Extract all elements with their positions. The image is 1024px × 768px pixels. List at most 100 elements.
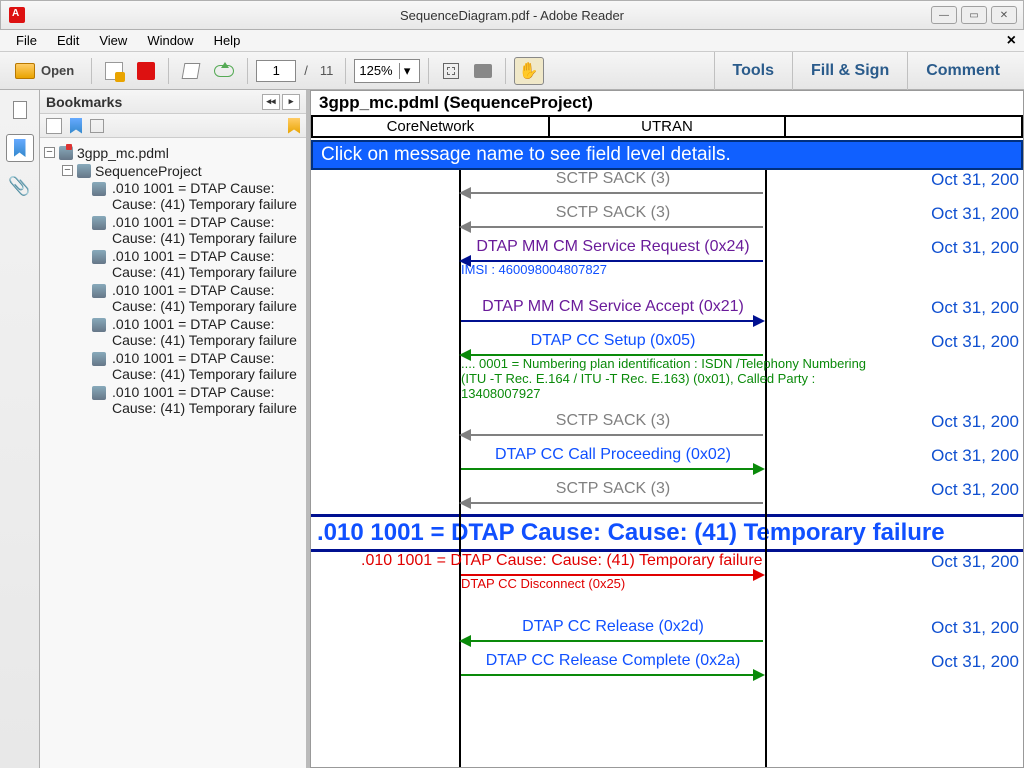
bookmark-root[interactable]: − 3gpp_mc.pdml xyxy=(44,144,302,162)
instruction-banner: Click on message name to see field level… xyxy=(311,140,1023,170)
document-area[interactable]: 3gpp_mc.pdml (SequenceProject) CoreNetwo… xyxy=(310,90,1024,768)
edit-pdf-button[interactable] xyxy=(177,57,205,85)
menu-help[interactable]: Help xyxy=(204,31,251,50)
tools-panel-link[interactable]: Tools xyxy=(714,52,792,90)
message-arrow xyxy=(461,226,763,228)
bookmark-project[interactable]: − SequenceProject xyxy=(62,162,302,180)
bookmark-root-label: 3gpp_mc.pdml xyxy=(77,144,302,162)
message-label[interactable]: DTAP CC Release (0x2d) xyxy=(461,618,765,636)
cloud-upload-icon xyxy=(214,65,234,77)
find-bookmark-icon[interactable] xyxy=(288,118,300,134)
message-arrow xyxy=(461,502,763,504)
message-label[interactable]: DTAP MM CM Service Accept (0x21) xyxy=(461,298,765,316)
delete-bookmark-icon[interactable] xyxy=(90,119,104,133)
bookmark-leaf[interactable]: .010 1001 = DTAP Cause: Cause: (41) Temp… xyxy=(92,180,302,212)
menu-file[interactable]: File xyxy=(6,31,47,50)
create-pdf-icon xyxy=(105,62,123,80)
cloud-button[interactable] xyxy=(209,57,239,85)
message-label[interactable]: SCTP SACK (3) xyxy=(461,480,765,498)
message-arrow xyxy=(461,674,763,676)
message-arrow xyxy=(461,468,763,470)
message-label[interactable]: .010 1001 = DTAP Cause: Cause: (41) Temp… xyxy=(361,552,921,570)
message-row: SCTP SACK (3)Oct 31, 200 xyxy=(311,204,1023,238)
bookmarks-next-button[interactable]: ▸ xyxy=(282,94,300,110)
message-timestamp: Oct 31, 200 xyxy=(931,618,1019,638)
zoom-select[interactable]: 125% ▾ xyxy=(354,59,419,83)
message-row: SCTP SACK (3)Oct 31, 200 xyxy=(311,170,1023,204)
fill-sign-panel-link[interactable]: Fill & Sign xyxy=(792,52,907,90)
bookmarks-panel: Bookmarks ◂◂ ▸ − 3gpp_mc.pdml − xyxy=(40,90,310,768)
bookmark-leaf-label: .010 1001 = DTAP Cause: Cause: (41) Temp… xyxy=(112,316,302,348)
navigation-rail: 📎 xyxy=(0,90,40,768)
bookmark-project-label: SequenceProject xyxy=(95,162,302,180)
message-label[interactable]: DTAP CC Release Complete (0x2a) xyxy=(461,652,765,670)
convert-pdf-button[interactable] xyxy=(132,57,160,85)
message-label[interactable]: SCTP SACK (3) xyxy=(461,170,765,188)
message-row: DTAP CC Setup (0x05)Oct 31, 200.... 0001… xyxy=(311,332,1023,412)
bookmarks-prev-button[interactable]: ◂◂ xyxy=(262,94,280,110)
page-thumbnails-icon xyxy=(13,101,27,119)
bookmark-leaf[interactable]: .010 1001 = DTAP Cause: Cause: (41) Temp… xyxy=(92,384,302,416)
message-label[interactable]: SCTP SACK (3) xyxy=(461,204,765,222)
message-timestamp: Oct 31, 200 xyxy=(931,412,1019,432)
message-label[interactable]: SCTP SACK (3) xyxy=(461,412,765,430)
collapse-icon[interactable]: − xyxy=(44,147,55,158)
document-page: 3gpp_mc.pdml (SequenceProject) CoreNetwo… xyxy=(310,90,1024,768)
message-detail: DTAP CC Disconnect (0x25) xyxy=(461,576,781,591)
open-button[interactable]: Open xyxy=(6,57,83,85)
toolbar: Open / 11 125% ▾ ✋ Tools Fill & Sign Com… xyxy=(0,52,1024,90)
bookmark-node-icon xyxy=(92,386,106,400)
sequence-body: SCTP SACK (3)Oct 31, 200SCTP SACK (3)Oct… xyxy=(311,170,1023,768)
bookmarks-rail-button[interactable] xyxy=(6,134,34,162)
menu-view[interactable]: View xyxy=(89,31,137,50)
read-mode-button[interactable] xyxy=(469,57,497,85)
hand-tool-button[interactable]: ✋ xyxy=(514,57,544,85)
window-minimize-button[interactable]: — xyxy=(931,6,957,24)
new-bookmark-icon[interactable] xyxy=(70,118,82,134)
bookmark-node-icon xyxy=(77,164,91,178)
message-label[interactable]: DTAP CC Call Proceeding (0x02) xyxy=(461,446,765,464)
bookmark-leaf[interactable]: .010 1001 = DTAP Cause: Cause: (41) Temp… xyxy=(92,350,302,382)
bookmark-leaf-label: .010 1001 = DTAP Cause: Cause: (41) Temp… xyxy=(112,214,302,246)
comment-panel-link[interactable]: Comment xyxy=(907,52,1018,90)
bookmark-leaf[interactable]: .010 1001 = DTAP Cause: Cause: (41) Temp… xyxy=(92,214,302,246)
message-arrow xyxy=(461,434,763,436)
window-maximize-button[interactable]: ▭ xyxy=(961,6,987,24)
menu-window[interactable]: Window xyxy=(137,31,203,50)
create-pdf-button[interactable] xyxy=(100,57,128,85)
message-label[interactable]: DTAP MM CM Service Request (0x24) xyxy=(461,238,765,256)
thumbnails-rail-button[interactable] xyxy=(6,96,34,124)
chevron-down-icon: ▾ xyxy=(399,63,415,79)
message-timestamp: Oct 31, 200 xyxy=(931,238,1019,258)
lifeline-header-3 xyxy=(786,117,1023,136)
fit-page-button[interactable] xyxy=(437,57,465,85)
page-separator: / xyxy=(304,63,308,78)
message-row: DTAP CC Release (0x2d) Oct 31, 200 xyxy=(311,618,1023,652)
message-row: .010 1001 = DTAP Cause: Cause: (41) Temp… xyxy=(311,552,1023,598)
message-timestamp: Oct 31, 200 xyxy=(931,480,1019,500)
lifeline-header-1: CoreNetwork xyxy=(311,117,550,136)
bookmark-leaf-label: .010 1001 = DTAP Cause: Cause: (41) Temp… xyxy=(112,180,302,212)
message-row: DTAP MM CM Service Request (0x24) Oct 31,… xyxy=(311,238,1023,298)
menu-edit[interactable]: Edit xyxy=(47,31,89,50)
bookmark-leaf[interactable]: .010 1001 = DTAP Cause: Cause: (41) Temp… xyxy=(92,316,302,348)
page-total: 11 xyxy=(320,63,334,78)
page-number-input[interactable] xyxy=(256,60,296,82)
bookmark-node-icon xyxy=(92,352,106,366)
message-timestamp: Oct 31, 200 xyxy=(931,552,1019,572)
window-close-button[interactable]: ✕ xyxy=(991,6,1017,24)
message-label[interactable]: DTAP CC Setup (0x05) xyxy=(461,332,765,350)
bookmark-leaf[interactable]: .010 1001 = DTAP Cause: Cause: (41) Temp… xyxy=(92,282,302,314)
app-icon xyxy=(9,7,25,23)
document-close-button[interactable]: × xyxy=(1007,32,1016,50)
bookmark-leaf-label: .010 1001 = DTAP Cause: Cause: (41) Temp… xyxy=(112,282,302,314)
bookmark-leaf[interactable]: .010 1001 = DTAP Cause: Cause: (41) Temp… xyxy=(92,248,302,280)
bookmarks-tree: − 3gpp_mc.pdml − SequenceProject .010 10… xyxy=(40,138,306,768)
bookmark-node-icon xyxy=(92,216,106,230)
message-arrow xyxy=(461,320,763,322)
bookmarks-options-icon[interactable] xyxy=(46,118,62,134)
menubar: File Edit View Window Help × xyxy=(0,30,1024,52)
hand-icon: ✋ xyxy=(519,61,539,81)
collapse-icon[interactable]: − xyxy=(62,165,73,176)
attachments-rail-button[interactable]: 📎 xyxy=(6,172,34,200)
